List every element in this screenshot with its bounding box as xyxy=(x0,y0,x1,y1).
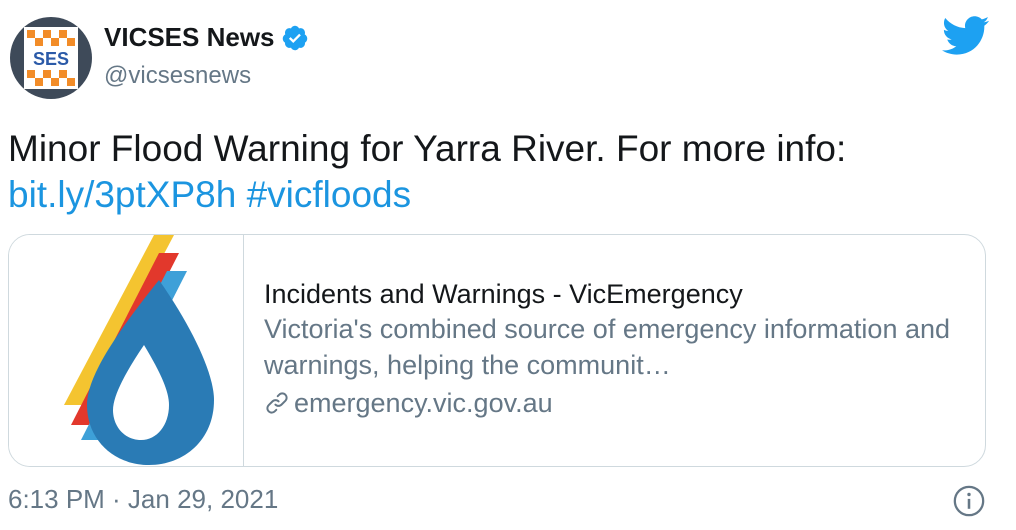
author-name-row[interactable]: VICSES News xyxy=(104,22,309,53)
link-preview-card[interactable]: Incidents and Warnings - VicEmergency Vi… xyxy=(8,234,986,467)
card-thumbnail[interactable] xyxy=(9,235,244,466)
twitter-bird-icon[interactable] xyxy=(942,16,990,56)
ses-logo: SES xyxy=(24,27,78,89)
card-title[interactable]: Incidents and Warnings - VicEmergency xyxy=(264,277,964,311)
tweet-text: Minor Flood Warning for Yarra River. For… xyxy=(8,126,998,218)
card-domain[interactable]: emergency.vic.gov.au xyxy=(294,385,553,421)
avatar[interactable]: SES xyxy=(10,17,92,99)
link-icon xyxy=(266,392,288,414)
tweet-short-link[interactable]: bit.ly/3ptXP8h xyxy=(8,174,236,215)
author-handle[interactable]: @vicsesnews xyxy=(104,62,251,90)
author-display-name[interactable]: VICSES News xyxy=(104,22,275,53)
verified-badge-icon xyxy=(282,25,307,50)
tweet-hashtag[interactable]: #vicfloods xyxy=(247,174,412,215)
tweet-timestamp[interactable]: 6:13 PM · Jan 29, 2021 xyxy=(8,484,278,515)
vicemergency-logo xyxy=(64,235,214,465)
card-domain-row[interactable]: emergency.vic.gov.au xyxy=(264,385,964,421)
card-body[interactable]: Incidents and Warnings - VicEmergency Vi… xyxy=(244,235,964,466)
info-icon[interactable] xyxy=(952,484,986,518)
tweet-body: Minor Flood Warning for Yarra River. For… xyxy=(8,128,847,169)
avatar-text: SES xyxy=(33,49,69,69)
card-description: Victoria's combined source of emergency … xyxy=(264,314,951,380)
